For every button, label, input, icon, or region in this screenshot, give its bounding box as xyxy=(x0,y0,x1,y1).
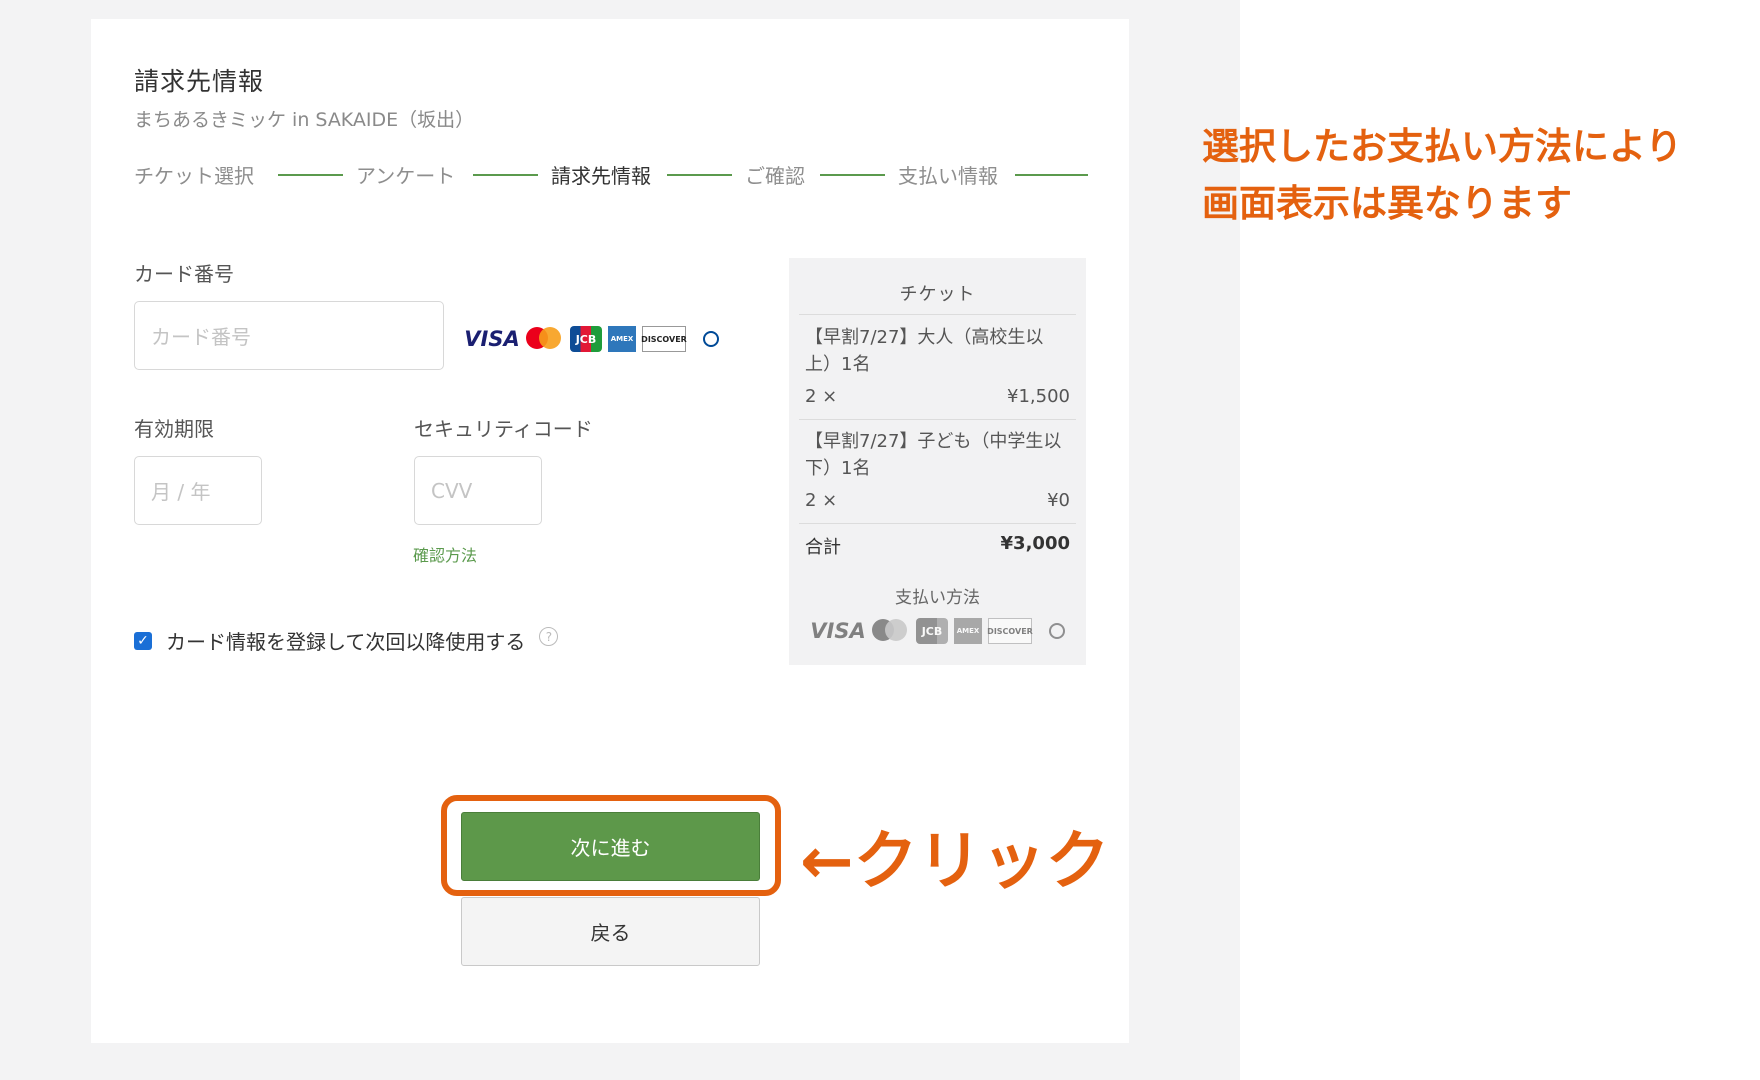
card-number-placeholder: カード番号 xyxy=(151,325,251,349)
note-line-1: 選択したお支払い方法により xyxy=(1202,125,1683,168)
summary-item-name: 【早割7/27】子ども（中学生以下）1名 xyxy=(805,431,1062,479)
cvc-placeholder: CVV xyxy=(431,478,473,503)
cvc-label: セキュリティコード xyxy=(414,417,593,441)
cvc-help-link[interactable]: 確認方法 xyxy=(413,542,477,566)
event-subtitle: まちあるきミッケ in SAKAIDE（坂出） xyxy=(134,109,475,131)
jcb-icon: JCB xyxy=(916,618,948,644)
expiry-label: 有効期限 xyxy=(134,417,214,441)
card-number-label: カード番号 xyxy=(134,262,234,286)
jcb-icon: JCB xyxy=(570,326,602,352)
visa-icon: VISA xyxy=(810,619,866,643)
step-connector xyxy=(473,174,538,176)
mastercard-icon xyxy=(870,616,910,646)
step-confirm: ご確認 xyxy=(745,164,805,188)
mastercard-icon xyxy=(524,324,564,354)
step-connector xyxy=(278,174,343,176)
diners-club-icon xyxy=(1038,616,1076,646)
summary-total-label: 合計 xyxy=(805,537,841,558)
page-title: 請求先情報 xyxy=(134,67,265,96)
step-connector xyxy=(1015,174,1088,176)
note-line-2: 画面表示は異なります xyxy=(1202,182,1572,225)
visa-icon: VISA xyxy=(464,327,520,351)
screen: 請求先情報 まちあるきミッケ in SAKAIDE（坂出） チケット選択 アンケ… xyxy=(0,0,1760,1080)
amex-icon: AMEX xyxy=(954,618,982,644)
summary-divider xyxy=(799,314,1076,315)
step-ticket-selection: チケット選択 xyxy=(134,164,254,188)
card-number-input[interactable]: カード番号 xyxy=(134,301,444,370)
order-summary: チケット 【早割7/27】大人（高校生以上）1名 2 × ¥1,500 【早割7… xyxy=(789,258,1086,665)
summary-item-qty: 2 × xyxy=(805,386,838,407)
help-icon[interactable]: ? xyxy=(539,627,559,646)
card-brand-logos: VISA JCB AMEX DISCOVER xyxy=(464,322,730,356)
progress-steps: チケット選択 アンケート 請求先情報 ご確認 支払い情報 xyxy=(134,160,1089,190)
summary-item-name: 【早割7/27】大人（高校生以上）1名 xyxy=(805,327,1044,375)
accepted-brand-logos: VISA JCB AMEX DISCOVER xyxy=(810,616,1076,646)
cvc-input[interactable]: CVV xyxy=(414,456,542,525)
summary-divider xyxy=(799,523,1076,524)
step-connector xyxy=(667,174,732,176)
summary-item-qty: 2 × xyxy=(805,490,838,511)
discover-icon: DISCOVER xyxy=(641,326,687,352)
amex-icon: AMEX xyxy=(608,326,636,352)
expiry-placeholder: 月 / 年 xyxy=(151,480,211,504)
expiry-input[interactable]: 月 / 年 xyxy=(134,456,262,525)
step-payment-info: 支払い情報 xyxy=(898,164,998,188)
step-billing-info: 請求先情報 xyxy=(551,164,651,188)
next-button[interactable]: 次に進む xyxy=(461,812,760,881)
back-button[interactable]: 戻る xyxy=(461,897,760,966)
payment-note-annotation: 選択したお支払い方法により 画面表示は異なります xyxy=(1202,118,1682,232)
summary-title: チケット xyxy=(899,284,976,305)
click-annotation: ←クリック xyxy=(800,825,1110,899)
save-card-checkbox[interactable]: ✓ xyxy=(134,631,152,650)
summary-divider xyxy=(799,419,1076,420)
diners-club-icon xyxy=(692,324,730,354)
save-card-row: ✓ カード情報を登録して次回以降使用する ? xyxy=(134,626,559,655)
step-survey: アンケート xyxy=(356,164,456,188)
save-card-label[interactable]: カード情報を登録して次回以降使用する xyxy=(166,626,525,655)
summary-total-price: ¥3,000 xyxy=(1000,533,1070,554)
step-connector xyxy=(820,174,885,176)
payment-method-label: 支払い方法 xyxy=(895,588,980,608)
summary-item-price: ¥1,500 xyxy=(1007,386,1070,407)
summary-item-price: ¥0 xyxy=(1047,490,1070,511)
discover-icon: DISCOVER xyxy=(987,618,1033,644)
